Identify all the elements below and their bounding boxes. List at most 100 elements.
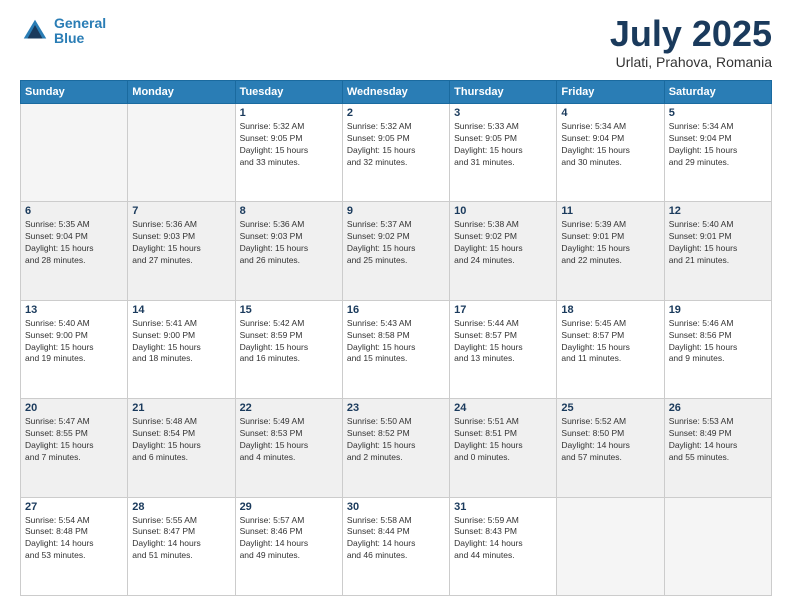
day-info: Sunrise: 5:42 AM Sunset: 8:59 PM Dayligh…	[240, 318, 338, 366]
calendar-day-cell: 21 Sunrise: 5:48 AM Sunset: 8:54 PM Dayli…	[128, 399, 235, 497]
day-info: Sunrise: 5:40 AM Sunset: 9:01 PM Dayligh…	[669, 219, 767, 267]
calendar-day-cell: 7 Sunrise: 5:36 AM Sunset: 9:03 PM Daylig…	[128, 202, 235, 300]
day-number: 15	[240, 304, 338, 316]
calendar-day-cell: 24 Sunrise: 5:51 AM Sunset: 8:51 PM Dayli…	[450, 399, 557, 497]
day-number: 16	[347, 304, 445, 316]
calendar-day-cell: 17 Sunrise: 5:44 AM Sunset: 8:57 PM Dayli…	[450, 300, 557, 398]
day-number: 10	[454, 205, 552, 217]
day-info: Sunrise: 5:39 AM Sunset: 9:01 PM Dayligh…	[561, 219, 659, 267]
header: General Blue July 2025 Urlati, Prahova, …	[20, 16, 772, 70]
day-info: Sunrise: 5:38 AM Sunset: 9:02 PM Dayligh…	[454, 219, 552, 267]
logo-text: General Blue	[54, 16, 106, 47]
header-wednesday: Wednesday	[342, 81, 449, 104]
logo-blue-text: Blue	[54, 30, 84, 46]
day-number: 24	[454, 402, 552, 414]
day-info: Sunrise: 5:33 AM Sunset: 9:05 PM Dayligh…	[454, 121, 552, 169]
day-number: 8	[240, 205, 338, 217]
day-number: 7	[132, 205, 230, 217]
day-info: Sunrise: 5:41 AM Sunset: 9:00 PM Dayligh…	[132, 318, 230, 366]
day-info: Sunrise: 5:59 AM Sunset: 8:43 PM Dayligh…	[454, 515, 552, 563]
day-number: 25	[561, 402, 659, 414]
calendar-day-cell: 31 Sunrise: 5:59 AM Sunset: 8:43 PM Dayli…	[450, 497, 557, 595]
day-info: Sunrise: 5:57 AM Sunset: 8:46 PM Dayligh…	[240, 515, 338, 563]
day-info: Sunrise: 5:32 AM Sunset: 9:05 PM Dayligh…	[240, 121, 338, 169]
day-number: 26	[669, 402, 767, 414]
calendar-day-cell	[557, 497, 664, 595]
day-number: 12	[669, 205, 767, 217]
calendar-day-cell: 13Sunrise: 5:40 AM Sunset: 9:00 PM Dayli…	[21, 300, 128, 398]
day-info: Sunrise: 5:32 AM Sunset: 9:05 PM Dayligh…	[347, 121, 445, 169]
calendar-day-cell: 5 Sunrise: 5:34 AM Sunset: 9:04 PM Daylig…	[664, 104, 771, 202]
calendar-day-cell: 2 Sunrise: 5:32 AM Sunset: 9:05 PM Daylig…	[342, 104, 449, 202]
day-number: 21	[132, 402, 230, 414]
calendar-week-row: 20 Sunrise: 5:47 AM Sunset: 8:55 PM Dayli…	[21, 399, 772, 497]
day-number: 4	[561, 107, 659, 119]
calendar-day-cell: 23 Sunrise: 5:50 AM Sunset: 8:52 PM Dayli…	[342, 399, 449, 497]
day-info: Sunrise: 5:35 AM Sunset: 9:04 PM Dayligh…	[25, 219, 123, 267]
day-number: 14	[132, 304, 230, 316]
day-number: 5	[669, 107, 767, 119]
calendar-day-cell: 11 Sunrise: 5:39 AM Sunset: 9:01 PM Dayli…	[557, 202, 664, 300]
calendar-day-cell: 15 Sunrise: 5:42 AM Sunset: 8:59 PM Dayli…	[235, 300, 342, 398]
calendar-week-row: 27 Sunrise: 5:54 AM Sunset: 8:48 PM Dayli…	[21, 497, 772, 595]
day-info: Sunrise: 5:45 AM Sunset: 8:57 PM Dayligh…	[561, 318, 659, 366]
calendar-day-cell: 30Sunrise: 5:58 AM Sunset: 8:44 PM Dayli…	[342, 497, 449, 595]
calendar-day-cell: 12 Sunrise: 5:40 AM Sunset: 9:01 PM Dayli…	[664, 202, 771, 300]
header-sunday: Sunday	[21, 81, 128, 104]
calendar-day-cell: 1 Sunrise: 5:32 AM Sunset: 9:05 PM Daylig…	[235, 104, 342, 202]
day-number: 20	[25, 402, 123, 414]
day-number: 1	[240, 107, 338, 119]
day-info: Sunrise: 5:50 AM Sunset: 8:52 PM Dayligh…	[347, 416, 445, 464]
calendar-day-cell: 26 Sunrise: 5:53 AM Sunset: 8:49 PM Dayli…	[664, 399, 771, 497]
calendar-day-cell: 22 Sunrise: 5:49 AM Sunset: 8:53 PM Dayli…	[235, 399, 342, 497]
logo-icon	[20, 16, 50, 46]
calendar-day-cell: 3Sunrise: 5:33 AM Sunset: 9:05 PM Daylig…	[450, 104, 557, 202]
calendar-day-cell: 4 Sunrise: 5:34 AM Sunset: 9:04 PM Daylig…	[557, 104, 664, 202]
calendar-week-row: 13Sunrise: 5:40 AM Sunset: 9:00 PM Dayli…	[21, 300, 772, 398]
calendar-day-cell: 10 Sunrise: 5:38 AM Sunset: 9:02 PM Dayli…	[450, 202, 557, 300]
day-number: 2	[347, 107, 445, 119]
day-number: 18	[561, 304, 659, 316]
calendar-day-cell: 29 Sunrise: 5:57 AM Sunset: 8:46 PM Dayli…	[235, 497, 342, 595]
day-number: 23	[347, 402, 445, 414]
header-friday: Friday	[557, 81, 664, 104]
day-info: Sunrise: 5:37 AM Sunset: 9:02 PM Dayligh…	[347, 219, 445, 267]
calendar-day-cell: 8 Sunrise: 5:36 AM Sunset: 9:03 PM Daylig…	[235, 202, 342, 300]
title-block: July 2025 Urlati, Prahova, Romania	[610, 16, 772, 70]
logo: General Blue	[20, 16, 106, 47]
day-info: Sunrise: 5:53 AM Sunset: 8:49 PM Dayligh…	[669, 416, 767, 464]
day-info: Sunrise: 5:48 AM Sunset: 8:54 PM Dayligh…	[132, 416, 230, 464]
logo-general: General	[54, 15, 106, 31]
day-info: Sunrise: 5:47 AM Sunset: 8:55 PM Dayligh…	[25, 416, 123, 464]
day-info: Sunrise: 5:49 AM Sunset: 8:53 PM Dayligh…	[240, 416, 338, 464]
weekday-header-row: Sunday Monday Tuesday Wednesday Thursday…	[21, 81, 772, 104]
header-monday: Monday	[128, 81, 235, 104]
day-number: 11	[561, 205, 659, 217]
calendar-day-cell: 16 Sunrise: 5:43 AM Sunset: 8:58 PM Dayli…	[342, 300, 449, 398]
day-info: Sunrise: 5:40 AM Sunset: 9:00 PM Dayligh…	[25, 318, 123, 366]
day-number: 30	[347, 501, 445, 513]
calendar-day-cell: 6Sunrise: 5:35 AM Sunset: 9:04 PM Daylig…	[21, 202, 128, 300]
day-number: 9	[347, 205, 445, 217]
day-info: Sunrise: 5:36 AM Sunset: 9:03 PM Dayligh…	[132, 219, 230, 267]
calendar-day-cell: 20 Sunrise: 5:47 AM Sunset: 8:55 PM Dayli…	[21, 399, 128, 497]
page: General Blue July 2025 Urlati, Prahova, …	[0, 0, 792, 612]
calendar-day-cell: 18 Sunrise: 5:45 AM Sunset: 8:57 PM Dayli…	[557, 300, 664, 398]
day-number: 29	[240, 501, 338, 513]
day-info: Sunrise: 5:43 AM Sunset: 8:58 PM Dayligh…	[347, 318, 445, 366]
day-info: Sunrise: 5:34 AM Sunset: 9:04 PM Dayligh…	[669, 121, 767, 169]
day-number: 28	[132, 501, 230, 513]
calendar-day-cell: 19Sunrise: 5:46 AM Sunset: 8:56 PM Dayli…	[664, 300, 771, 398]
day-info: Sunrise: 5:44 AM Sunset: 8:57 PM Dayligh…	[454, 318, 552, 366]
day-info: Sunrise: 5:34 AM Sunset: 9:04 PM Dayligh…	[561, 121, 659, 169]
day-number: 17	[454, 304, 552, 316]
day-number: 31	[454, 501, 552, 513]
day-info: Sunrise: 5:55 AM Sunset: 8:47 PM Dayligh…	[132, 515, 230, 563]
day-number: 22	[240, 402, 338, 414]
header-thursday: Thursday	[450, 81, 557, 104]
day-info: Sunrise: 5:54 AM Sunset: 8:48 PM Dayligh…	[25, 515, 123, 563]
day-info: Sunrise: 5:51 AM Sunset: 8:51 PM Dayligh…	[454, 416, 552, 464]
day-number: 27	[25, 501, 123, 513]
calendar-day-cell	[664, 497, 771, 595]
day-info: Sunrise: 5:36 AM Sunset: 9:03 PM Dayligh…	[240, 219, 338, 267]
